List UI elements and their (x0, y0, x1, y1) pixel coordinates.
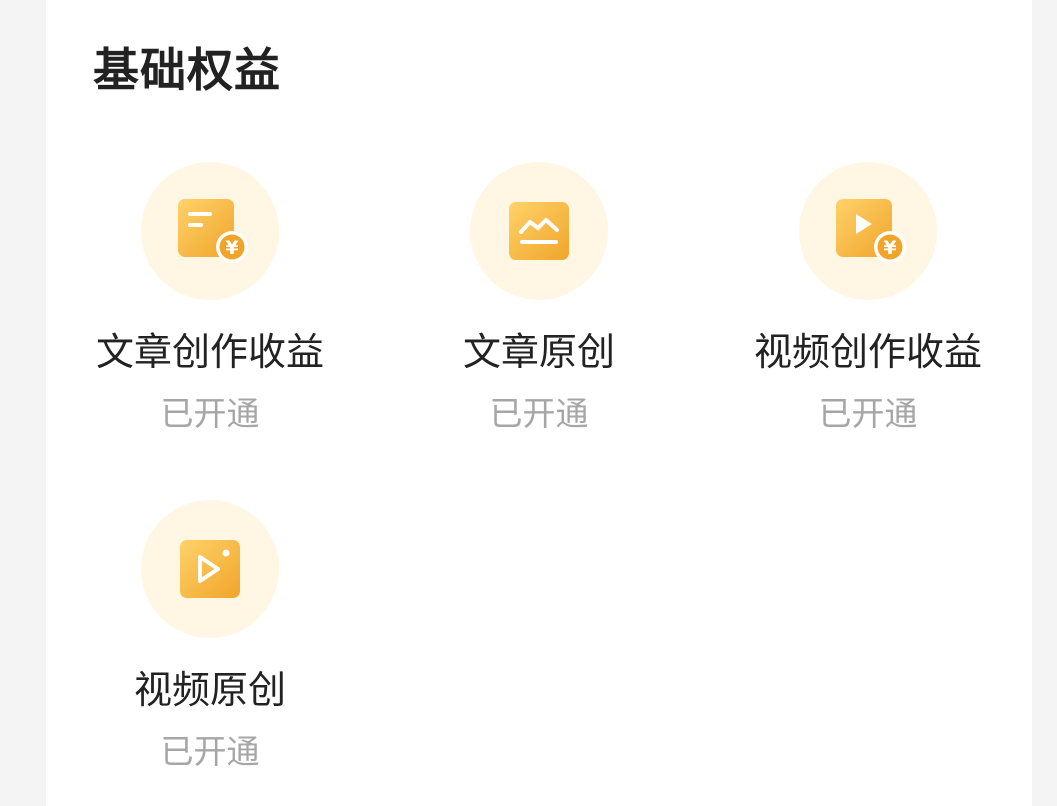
article-income-icon: ¥ (178, 199, 248, 263)
yuan-symbol: ¥ (883, 237, 896, 259)
video-original-icon-wrap (141, 500, 279, 638)
yuan-symbol: ¥ (225, 237, 238, 259)
benefit-article-income[interactable]: ¥ 文章创作收益 已开通 (60, 162, 360, 436)
video-income-icon: ¥ (836, 199, 906, 263)
benefit-label: 视频创作收益 (753, 330, 982, 374)
benefit-label: 文章原创 (462, 330, 615, 374)
benefit-status: 已开通 (160, 394, 260, 433)
article-original-icon (509, 202, 569, 260)
benefit-status: 已开通 (489, 394, 589, 433)
benefit-article-original[interactable]: 文章原创 已开通 (389, 162, 689, 436)
basic-benefits-card: 基础权益 ¥ 文章创作收益 已开通 文章原创 已开通 ¥ 视频创作收益 已开通 … (46, 0, 1032, 806)
video-original-icon (180, 540, 240, 598)
benefit-label: 文章创作收益 (95, 330, 324, 374)
benefit-label: 视频原创 (133, 668, 286, 712)
benefit-video-income[interactable]: ¥ 视频创作收益 已开通 (718, 162, 1018, 436)
video-income-icon-wrap: ¥ (799, 162, 937, 300)
benefit-video-original[interactable]: 视频原创 已开通 (60, 500, 360, 774)
article-original-icon-wrap (470, 162, 608, 300)
benefit-status: 已开通 (818, 394, 918, 433)
article-income-icon-wrap: ¥ (141, 162, 279, 300)
benefit-status: 已开通 (160, 732, 260, 771)
section-title: 基础权益 (93, 43, 281, 97)
